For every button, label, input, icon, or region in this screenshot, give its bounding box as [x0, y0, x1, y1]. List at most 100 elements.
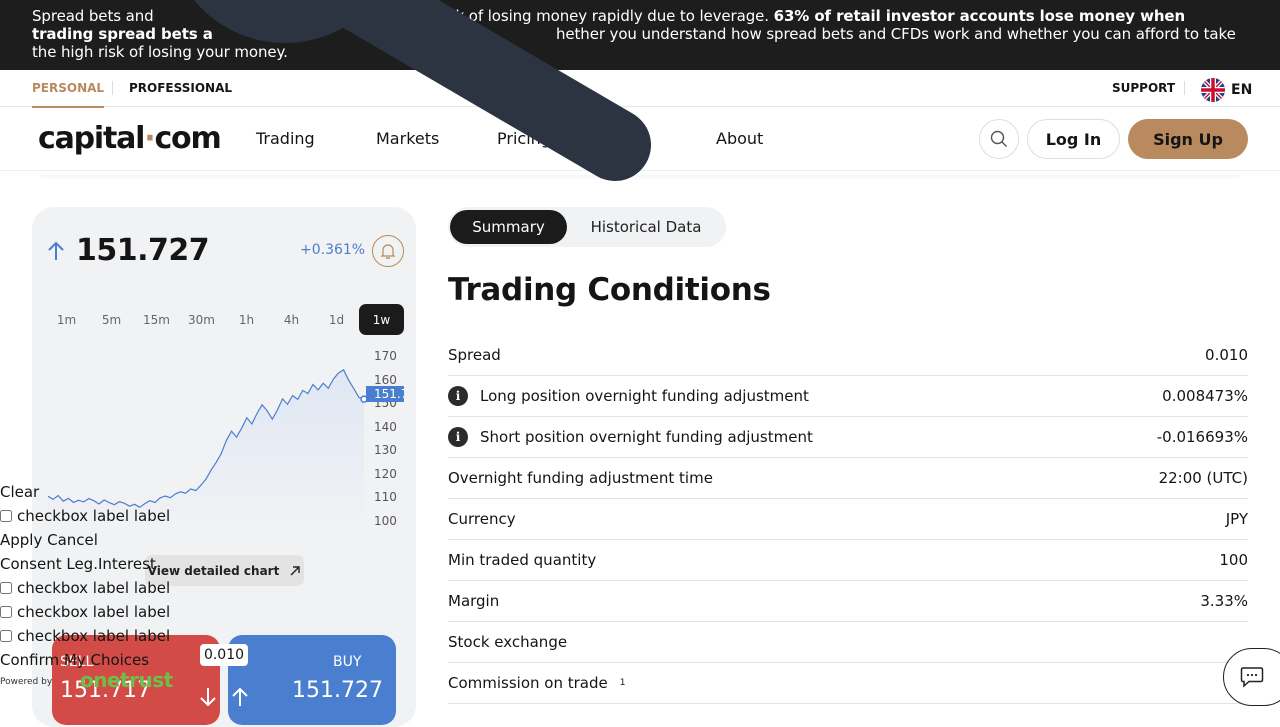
- consent-checkbox[interactable]: [0, 582, 12, 594]
- row-label-group: Margin: [448, 592, 499, 610]
- timeframe-5m[interactable]: 5m: [89, 304, 134, 335]
- consent-checkbox[interactable]: [0, 510, 12, 522]
- row-value: -0.016693%: [1156, 428, 1248, 446]
- table-row: i Short position overnight funding adjust…: [448, 417, 1248, 458]
- row-value: 100: [1219, 551, 1248, 569]
- segment-professional[interactable]: PROFESSIONAL: [129, 81, 232, 95]
- nav-shadow: [40, 171, 1240, 175]
- consent-clear-button[interactable]: Clear: [0, 483, 39, 501]
- y-tick-label: 120: [374, 466, 397, 481]
- onetrust-logo: onetrust: [80, 668, 173, 692]
- y-tick-label: 130: [374, 443, 397, 458]
- powered-by-label: Powered by: [0, 677, 53, 687]
- buy-price: 151.727: [292, 678, 383, 703]
- confirm-choices-button[interactable]: Confirm My Choices: [0, 651, 149, 669]
- nav-markets[interactable]: Markets: [376, 129, 439, 148]
- arrow-up-icon: [48, 241, 64, 260]
- row-label-group: Spread: [448, 346, 501, 364]
- language-label: EN: [1231, 82, 1253, 98]
- current-price-tag: 151.7: [366, 386, 404, 402]
- price-alert-button[interactable]: [372, 235, 404, 267]
- support-link[interactable]: SUPPORT: [1112, 81, 1175, 95]
- nav-pricing[interactable]: Pricing: [497, 129, 551, 148]
- row-label: Commission on trade: [448, 674, 608, 692]
- row-value: 22:00 (UTC): [1158, 469, 1248, 487]
- risk-warning-banner: Spread bets and a con a risk of losing mon…: [0, 0, 1280, 70]
- capital-com-logo[interactable]: capital·com: [38, 121, 222, 156]
- row-label-group: i Short position overnight funding adjust…: [448, 427, 813, 447]
- table-row: Commission on trade 1: [448, 663, 1248, 704]
- spread-badge: 0.010: [200, 644, 248, 666]
- segment-personal[interactable]: PERSONAL: [32, 81, 105, 108]
- consent-checkbox-row[interactable]: checkbox label label: [0, 507, 170, 525]
- chat-button[interactable]: [1223, 648, 1280, 706]
- row-value: JPY: [1225, 510, 1248, 528]
- divider: [1184, 81, 1185, 95]
- chat-icon: [1240, 667, 1264, 688]
- consent-checkbox[interactable]: [0, 630, 12, 642]
- risk-bold-text: der: [372, 25, 401, 43]
- row-label: Margin: [448, 592, 500, 610]
- tab-historical-data[interactable]: Historical Data: [576, 210, 716, 244]
- risk-bold-text: 63% of retail investor accounts lose mon…: [773, 7, 1186, 25]
- y-tick-label: 110: [374, 490, 397, 505]
- risk-text: a risk of losing money rapidly due to le…: [423, 7, 774, 25]
- timeframe-1w[interactable]: 1w: [359, 304, 404, 335]
- buy-button[interactable]: BUY 151.727: [228, 635, 396, 725]
- consent-checkbox[interactable]: [0, 606, 12, 618]
- footnote-marker: 1: [619, 678, 626, 688]
- timeframe-1d[interactable]: 1d: [314, 304, 359, 335]
- row-label: Overnight funding adjustment time: [448, 469, 713, 487]
- table-row: Spread 0.010: [448, 335, 1248, 376]
- risk-text: . You shou: [400, 25, 476, 43]
- risk-text: hether you understand how spread bets an…: [555, 25, 1236, 43]
- row-label-group: Commission on trade 1: [448, 674, 625, 692]
- consent-checkbox-row[interactable]: checkbox label label: [0, 603, 170, 621]
- search-icon: [990, 130, 1007, 147]
- info-icon[interactable]: i: [448, 386, 468, 406]
- search-button[interactable]: [979, 119, 1019, 159]
- main-nav: capital·com Trading Markets Pricing Abou…: [0, 107, 1280, 171]
- consent-apply-cancel[interactable]: Apply Cancel: [0, 531, 98, 549]
- price-change: +0.361%: [300, 242, 366, 258]
- conditions-tabs: Summary Historical Data: [448, 207, 726, 247]
- row-label: Stock exchange: [448, 633, 568, 651]
- timeframe-30m[interactable]: 30m: [179, 304, 224, 335]
- signup-button[interactable]: Sign Up: [1128, 119, 1248, 159]
- timeframe-15m[interactable]: 15m: [134, 304, 179, 335]
- nav-trading[interactable]: Trading: [256, 129, 315, 148]
- y-tick-label: 140: [374, 419, 397, 434]
- segment-bar: PERSONAL PROFESSIONAL SUPPORT EN: [0, 70, 1280, 108]
- table-row: Min traded quantity 100: [448, 540, 1248, 581]
- tab-summary[interactable]: Summary: [450, 210, 567, 244]
- uk-flag-icon: [1201, 78, 1225, 102]
- nav-about[interactable]: About: [716, 129, 763, 148]
- risk-text: a con: [328, 7, 370, 25]
- y-tick-label: 170: [374, 349, 397, 363]
- table-row: Stock exchange: [448, 622, 1248, 663]
- row-label: Long position overnight funding adjustme…: [480, 387, 809, 405]
- timeframe-4h[interactable]: 4h: [269, 304, 314, 335]
- divider: [112, 81, 113, 95]
- login-button[interactable]: Log In: [1027, 119, 1120, 159]
- consent-checkbox-row[interactable]: checkbox label label: [0, 579, 170, 597]
- page-title: Trading Conditions: [448, 272, 771, 308]
- timeframe-1m[interactable]: 1m: [44, 304, 89, 335]
- y-tick-label: 100: [374, 514, 397, 528]
- table-row: Overnight funding adjustment time 22:00 (…: [448, 458, 1248, 499]
- table-row: Currency JPY: [448, 499, 1248, 540]
- consent-leg-interest: Consent Leg.Interest: [0, 555, 156, 573]
- row-value: 0.010: [1205, 346, 1248, 364]
- row-label-group: Overnight funding adjustment time: [448, 469, 713, 487]
- timeframe-1h[interactable]: 1h: [224, 304, 269, 335]
- language-selector[interactable]: EN: [1201, 78, 1252, 102]
- info-icon[interactable]: i: [448, 427, 468, 447]
- row-label-group: Currency: [448, 510, 516, 528]
- row-value: 0.008473%: [1162, 387, 1248, 405]
- arrow-down-icon: [200, 688, 216, 707]
- buy-label: BUY: [333, 654, 362, 670]
- row-label-group: Stock exchange: [448, 633, 567, 651]
- table-row: i Long position overnight funding adjustm…: [448, 376, 1248, 417]
- arrow-up-icon: [232, 687, 248, 706]
- consent-checkbox-row[interactable]: checkbox label label: [0, 627, 170, 645]
